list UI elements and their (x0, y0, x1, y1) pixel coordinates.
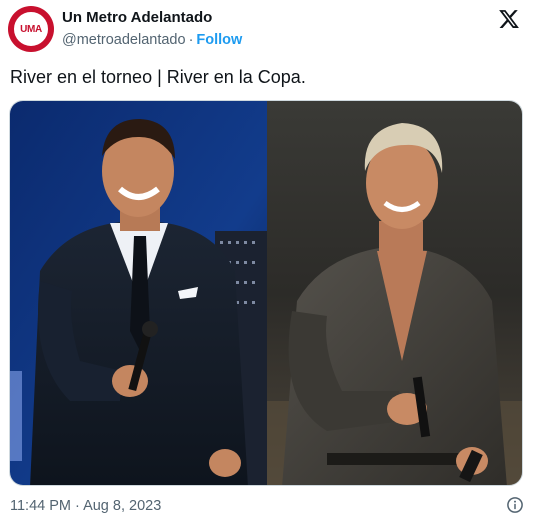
tweet-text: River en el torneo | River en la Copa. (10, 67, 306, 87)
tweet-timestamp[interactable]: 11:44 PM · Aug 8, 2023 (10, 496, 161, 516)
x-logo-icon[interactable] (498, 8, 520, 30)
tweet-card: UMA Un Metro Adelantado @metroadelantado… (0, 0, 538, 519)
tweet-header: UMA Un Metro Adelantado @metroadelantado… (8, 6, 530, 54)
author-names: Un Metro Adelantado @metroadelantado · Fol… (62, 9, 242, 50)
info-icon[interactable] (506, 496, 524, 514)
avatar-badge: UMA (12, 10, 50, 48)
handle-row: @metroadelantado · Follow (62, 30, 242, 50)
photo-singer-shirt-image (267, 101, 522, 485)
avatar[interactable]: UMA (8, 6, 54, 52)
photo-left[interactable] (10, 101, 267, 485)
photo-singer-suit-image (10, 101, 267, 485)
follow-button[interactable]: Follow (196, 32, 242, 48)
photo-right[interactable] (267, 101, 522, 485)
avatar-text: UMA (20, 23, 42, 35)
tweet-media[interactable] (9, 100, 523, 486)
author-handle[interactable]: @metroadelantado (62, 32, 186, 48)
author-display-name[interactable]: Un Metro Adelantado (62, 9, 242, 27)
separator-dot: · (188, 32, 194, 48)
